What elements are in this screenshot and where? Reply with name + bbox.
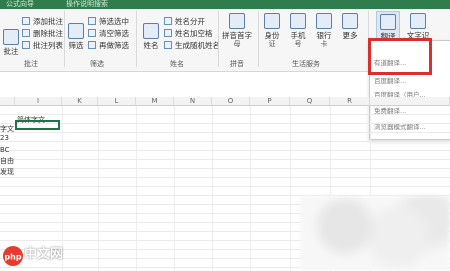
cell[interactable]: BC (0, 146, 10, 155)
menu-item-baidu[interactable]: 百度翻译... (370, 74, 450, 88)
cell[interactable]: 23 (0, 134, 9, 143)
table-row (0, 106, 450, 115)
title-strip-left: 公式向导 (6, 0, 34, 8)
name-icon (143, 23, 159, 39)
column-header[interactable]: O (212, 97, 250, 106)
divider (218, 11, 219, 67)
comment-list-button[interactable]: 批注列表 (22, 41, 63, 51)
split-name-button[interactable]: 姓名分开 (164, 17, 205, 27)
table-row (0, 187, 450, 196)
pinyin-icon (229, 13, 245, 29)
php-logo-icon: php (3, 246, 23, 266)
column-header[interactable]: N (174, 97, 212, 106)
table-row (0, 124, 450, 133)
bank-card-icon (316, 13, 332, 29)
title-strip-search[interactable]: 操作说明搜索 (66, 0, 108, 8)
bank-card-button[interactable]: 银行 卡 (314, 13, 334, 49)
random-name-icon (164, 41, 172, 49)
divider (136, 11, 137, 67)
pinyin-group-title: 拼音 (230, 60, 244, 68)
highlight-box (368, 38, 432, 75)
refilter-icon (88, 41, 96, 49)
watermark-text: 中文网 (24, 247, 64, 262)
blurred-region (300, 196, 450, 271)
table-row (0, 178, 450, 187)
add-comment-button[interactable]: 添加批注 (22, 17, 63, 27)
clear-filter-icon (88, 29, 96, 37)
ocr-icon (410, 13, 426, 29)
cell[interactable]: 发现 (0, 168, 14, 177)
svg-text:php: php (4, 253, 21, 262)
divider (64, 11, 65, 67)
pinyin-button[interactable]: 拼音首字 母 (222, 13, 252, 49)
filter-icon (68, 23, 84, 39)
random-name-button[interactable]: 生成随机姓名 (164, 41, 220, 51)
table-row (0, 142, 450, 151)
translate-icon (380, 14, 396, 30)
id-card-icon (264, 13, 280, 29)
column-header[interactable]: L (98, 97, 136, 106)
delete-comment-button[interactable]: 删除批注 (22, 29, 63, 39)
delete-comment-icon (22, 29, 30, 37)
table-row (0, 160, 450, 169)
phone-icon (290, 13, 306, 29)
column-header[interactable]: M (136, 97, 174, 106)
name-space-icon (164, 29, 172, 37)
filter-selected-button[interactable]: 筛选选中 (88, 17, 129, 27)
column-header[interactable] (0, 97, 15, 106)
id-card-button[interactable]: 身份 证 (262, 13, 282, 49)
filter-button[interactable]: 筛选 (66, 23, 86, 50)
table-row (0, 151, 450, 160)
filter-selected-icon (88, 17, 96, 25)
divider (258, 11, 259, 67)
active-cell[interactable] (15, 120, 60, 130)
comment-group-title: 批注 (24, 60, 38, 68)
column-header[interactable]: K (62, 97, 98, 106)
column-header[interactable]: Q (290, 97, 330, 106)
name-group-title: 姓名 (170, 60, 184, 68)
name-space-button[interactable]: 姓名加空格 (164, 29, 213, 39)
more-button[interactable]: 更多 (340, 13, 360, 40)
life-group-title: 生活服务 (292, 60, 320, 68)
split-name-icon (164, 17, 172, 25)
table-row (0, 115, 450, 124)
clear-filter-button[interactable]: 清空筛选 (88, 29, 129, 39)
phone-number-button[interactable]: 手机 号 (288, 13, 308, 49)
column-header[interactable]: R (330, 97, 370, 106)
title-strip: 公式向导 操作说明搜索 (0, 0, 450, 9)
refilter-button[interactable]: 再做筛选 (88, 41, 129, 51)
filter-group-title: 筛选 (90, 60, 104, 68)
table-row (0, 169, 450, 178)
add-comment-icon (22, 17, 30, 25)
column-header[interactable]: P (250, 97, 290, 106)
name-button[interactable]: 姓名 (140, 23, 162, 50)
table-row (0, 133, 450, 142)
comment-list-icon (22, 41, 30, 49)
more-icon (342, 13, 358, 29)
column-header[interactable] (370, 97, 450, 106)
cell[interactable]: 自由 (0, 157, 14, 166)
column-header[interactable]: I (15, 97, 62, 106)
comment-button[interactable]: 批注 (2, 29, 20, 56)
cell[interactable]: 字文 (0, 125, 14, 134)
comment-icon (3, 29, 19, 45)
